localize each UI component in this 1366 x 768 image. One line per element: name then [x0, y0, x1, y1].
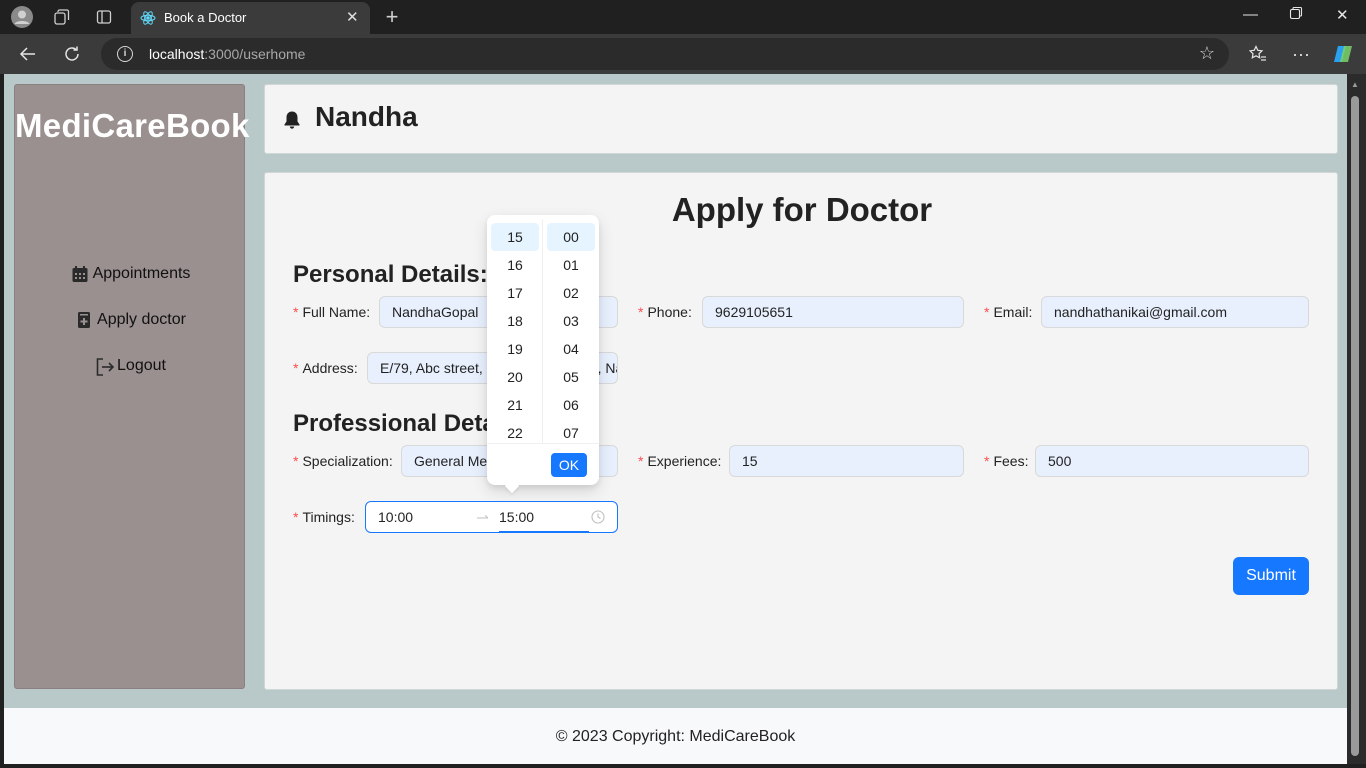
hour-column[interactable]: 15 16 17 18 19 20 21 22: [487, 219, 543, 443]
sidebar-item-label: Logout: [117, 357, 166, 374]
address-bar[interactable]: i localhost:3000/userhome ☆: [101, 38, 1229, 70]
brand-logo: MediCareBook: [15, 107, 250, 144]
range-arrow-icon: [476, 508, 490, 525]
sidebar-item-appointments[interactable]: Appointments: [15, 265, 246, 283]
fees-input[interactable]: 500: [1035, 445, 1309, 477]
logout-icon: [95, 357, 115, 376]
url-path: :3000/userhome: [204, 46, 306, 62]
submit-button[interactable]: Submit: [1233, 557, 1309, 595]
page-scrollbar[interactable]: ▲: [1347, 74, 1366, 764]
sidebar: MediCareBook Appointments Apply doctor L…: [14, 84, 250, 689]
bell-icon[interactable]: [283, 110, 301, 130]
hour-option[interactable]: 22: [491, 419, 539, 443]
specialization-label: * Specialization:: [293, 453, 393, 469]
phone-label: * Phone:: [638, 304, 692, 320]
hour-option[interactable]: 17: [491, 279, 539, 307]
copyright-text: © 2023 Copyright: MediCareBook: [555, 728, 796, 745]
site-info-icon[interactable]: i: [117, 46, 133, 62]
clock-icon: [591, 510, 605, 524]
minute-column[interactable]: 00 01 02 03 04 05 06 07: [543, 219, 599, 443]
copilot-icon[interactable]: [1331, 42, 1355, 66]
restore-icon[interactable]: [1289, 6, 1303, 24]
tab-actions-icon[interactable]: [92, 5, 116, 29]
active-input-indicator: [499, 531, 589, 533]
more-options-icon[interactable]: ···: [1289, 42, 1313, 66]
browser-tab-bar: Book a Doctor ✕ + — ✕: [0, 0, 1366, 34]
page-viewport: MediCareBook Appointments Apply doctor L…: [4, 74, 1347, 764]
email-input[interactable]: nandhathanikai@gmail.com: [1041, 296, 1309, 328]
scroll-up-icon[interactable]: ▲: [1351, 80, 1359, 89]
page-title: Apply for Doctor: [671, 191, 933, 228]
back-icon[interactable]: [16, 42, 40, 66]
sidebar-item-logout[interactable]: Logout: [15, 357, 246, 376]
url-text: localhost:3000/userhome: [149, 46, 305, 62]
medical-file-icon: [75, 311, 93, 329]
end-time-input[interactable]: 15:00: [499, 509, 534, 525]
minute-option[interactable]: 04: [547, 335, 595, 363]
scrollbar-thumb[interactable]: [1351, 96, 1359, 756]
minute-option[interactable]: 00: [547, 223, 595, 251]
minimize-icon[interactable]: —: [1243, 6, 1258, 23]
footer: © 2023 Copyright: MediCareBook: [4, 708, 1347, 764]
minute-option[interactable]: 06: [547, 391, 595, 419]
new-tab-icon[interactable]: +: [380, 4, 404, 29]
fees-label: * Fees:: [984, 453, 1029, 469]
workspaces-icon[interactable]: [50, 5, 74, 29]
timings-range-picker[interactable]: 10:00 15:00: [365, 501, 618, 533]
url-host: localhost: [149, 46, 205, 62]
favorites-icon[interactable]: [1246, 42, 1270, 66]
minute-option[interactable]: 03: [547, 307, 595, 335]
panel-divider: [487, 443, 599, 444]
start-time-input[interactable]: 10:00: [378, 509, 413, 525]
minute-option[interactable]: 07: [547, 419, 595, 443]
user-name: Nandha: [315, 101, 418, 132]
apply-doctor-form: Apply for Doctor Personal Details: * Full…: [264, 172, 1338, 690]
profile-avatar-icon[interactable]: [10, 5, 34, 29]
minute-option[interactable]: 02: [547, 279, 595, 307]
hour-option[interactable]: 20: [491, 363, 539, 391]
personal-details-heading: Personal Details:: [293, 261, 488, 288]
tab-book-a-doctor[interactable]: Book a Doctor ✕: [131, 2, 370, 34]
hour-option[interactable]: 21: [491, 391, 539, 419]
favorite-star-icon[interactable]: ☆: [1199, 43, 1215, 64]
phone-input[interactable]: 9629105651: [702, 296, 964, 328]
hour-option[interactable]: 18: [491, 307, 539, 335]
hour-option[interactable]: 19: [491, 335, 539, 363]
close-window-icon[interactable]: ✕: [1336, 6, 1349, 24]
timings-label: * Timings:: [293, 509, 355, 525]
full-name-label: * Full Name:: [293, 304, 371, 320]
email-label: * Email:: [984, 304, 1033, 320]
sidebar-item-label: Appointments: [92, 265, 191, 282]
header-bar: Nandha: [264, 84, 1338, 154]
calendar-icon: [71, 265, 89, 283]
react-icon: [140, 10, 156, 26]
experience-label: * Experience:: [638, 453, 722, 469]
experience-input[interactable]: 15: [729, 445, 964, 477]
minute-option[interactable]: 05: [547, 363, 595, 391]
ok-button[interactable]: OK: [551, 453, 587, 477]
hour-option[interactable]: 15: [491, 223, 539, 251]
hour-option[interactable]: 16: [491, 251, 539, 279]
sidebar-item-label: Apply doctor: [97, 311, 186, 328]
time-picker-dropdown: 15 16 17 18 19 20 21 22 00 01 02 03 04 0…: [487, 215, 599, 494]
address-label: * Address:: [293, 360, 358, 376]
tab-title: Book a Doctor: [164, 10, 247, 25]
minute-option[interactable]: 01: [547, 251, 595, 279]
close-tab-icon[interactable]: ✕: [346, 8, 359, 26]
browser-toolbar: i localhost:3000/userhome ☆ ···: [0, 34, 1366, 74]
reload-icon[interactable]: [60, 42, 84, 66]
window-bottom-edge: [0, 764, 1366, 768]
sidebar-item-apply-doctor[interactable]: Apply doctor: [15, 311, 246, 329]
